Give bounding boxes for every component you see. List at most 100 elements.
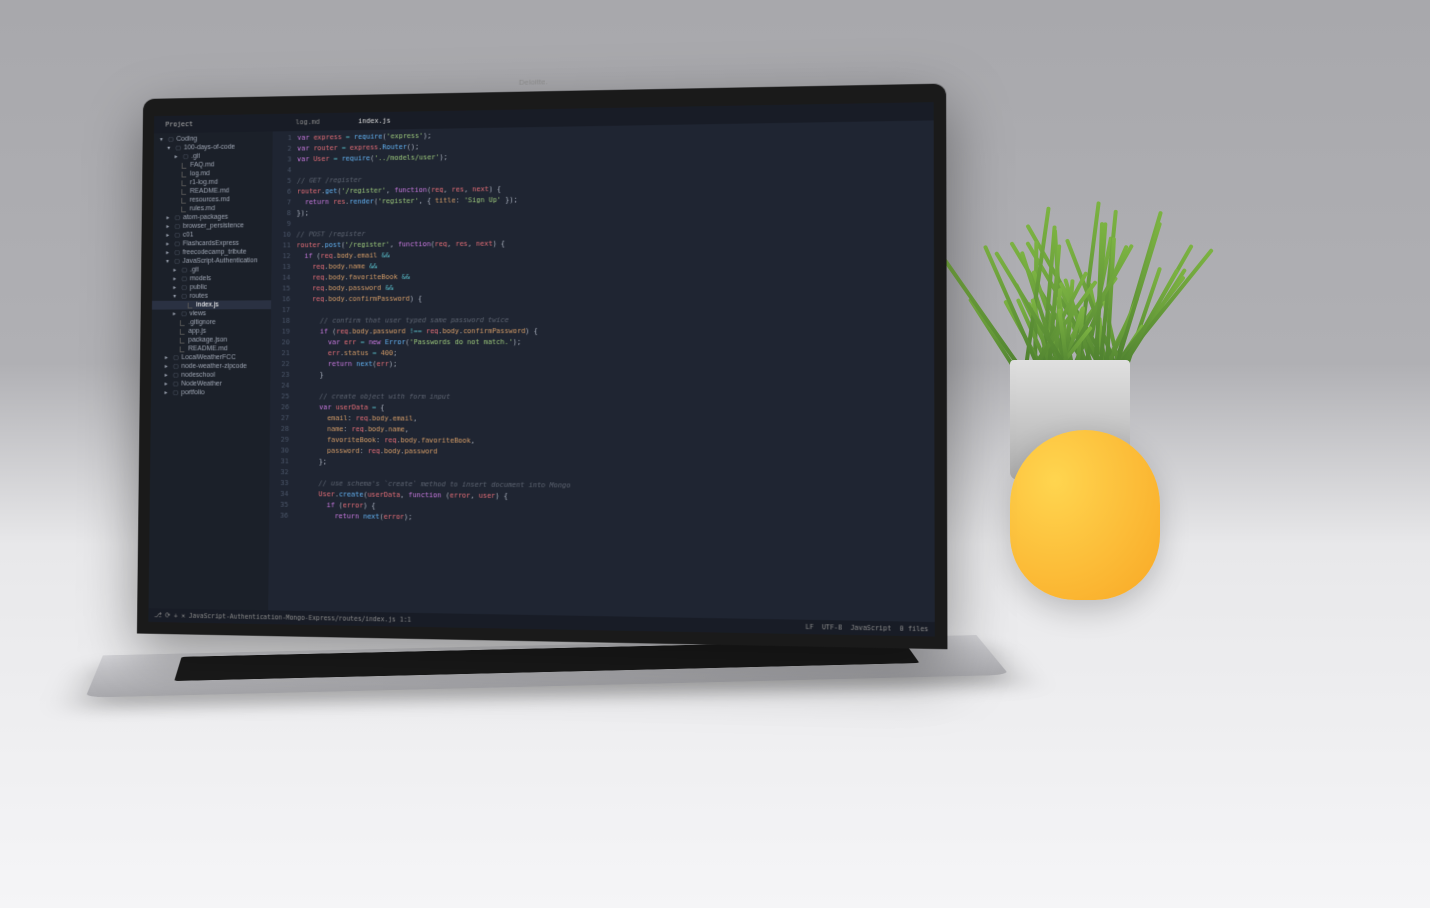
tree-item-label: r1-log.md [190,179,218,186]
laptop-screen: Deloitte. Project log.mdindex.js ▾▢Codin… [137,84,948,650]
tree-item-label: freecodecamp_tribute [183,249,247,256]
folder-glyph-icon: ▢ [173,223,181,230]
folder-icon: ▸ [162,381,170,388]
tree-item-label: README.md [190,188,229,195]
line-number: 8 [272,208,291,219]
tree-item-label: node-weather-zipcode [181,363,247,370]
file-tree-item[interactable]: .gitignore [152,318,271,327]
folder-glyph-icon: ▢ [180,310,188,317]
folder-glyph-icon: ▢ [172,372,180,379]
line-number: 28 [270,424,289,435]
line-number: 12 [271,251,290,262]
folder-glyph-icon: ▢ [172,389,180,396]
folder-icon: ▸ [171,284,179,291]
sidebar-header: Project [158,119,277,129]
code-editor: Project log.mdindex.js ▾▢Coding▾▢100-day… [148,102,934,636]
folder-tree-item[interactable]: ▸▢portfolio [151,388,270,397]
file-tree-sidebar[interactable]: ▾▢Coding▾▢100-days-of-code▸▢.git FAQ.md … [149,131,273,610]
tree-item-label: nodeschool [181,372,215,379]
status-close-icon[interactable]: ✕ [181,612,185,620]
status-add-icon[interactable]: + [174,612,178,620]
tree-item-label: c01 [183,232,194,239]
code-line[interactable]: } [295,370,934,382]
folder-icon: ▸ [171,310,179,317]
line-number: 14 [271,273,290,284]
status-sync-icon[interactable]: ⟳ [165,611,170,619]
line-number: 3 [272,155,291,166]
file-icon [181,197,186,203]
file-icon [180,346,185,352]
folder-icon: ▸ [171,267,179,274]
tree-item-label: index.js [196,302,218,309]
editor-tab[interactable]: index.js [339,116,410,125]
tree-item-label: portfolio [181,389,205,396]
code-line[interactable]: return next(err); [295,359,934,370]
git-branch-icon[interactable]: ⎇ [154,611,161,619]
tree-item-label: README.md [188,345,227,352]
file-icon [181,189,186,195]
folder-glyph-icon: ▢ [174,214,182,221]
line-number: 19 [271,327,290,338]
tree-item-label: .git [190,267,199,274]
folder-glyph-icon: ▢ [167,136,175,143]
folder-tree-item[interactable]: ▸▢views [152,309,271,318]
file-tree-item[interactable]: package.json [152,336,271,345]
folder-icon: ▸ [164,241,172,248]
tree-item-label: atom-packages [183,214,228,221]
folder-tree-item[interactable]: ▸▢nodeschool [151,371,270,380]
file-icon [180,328,185,334]
line-number: 15 [271,284,290,295]
line-number: 25 [270,391,289,402]
folder-glyph-icon: ▢ [180,284,188,291]
folder-glyph-icon: ▢ [173,249,181,256]
line-number: 30 [270,446,289,457]
line-number: 2 [272,144,291,155]
status-file-path[interactable]: JavaScript-Authentication-Mongo-Express/… [189,612,396,624]
file-icon [181,206,186,212]
line-number: 24 [270,381,289,392]
tree-item-label: JavaScript-Authentication [182,257,257,264]
status-language[interactable]: JavaScript [851,624,892,633]
code-line[interactable]: err.status = 400; [295,348,934,360]
line-number: 22 [270,359,289,370]
folder-glyph-icon: ▢ [180,293,188,300]
status-files-count[interactable]: 0 files [900,625,929,634]
tree-item-label: views [189,310,206,317]
file-tree-item[interactable]: app.js [152,327,271,336]
line-number: 26 [270,402,289,413]
tree-item-label: resources.md [190,196,230,203]
line-number: 21 [271,348,290,359]
status-encoding[interactable]: UTF-8 [822,623,842,632]
line-number: 23 [270,370,289,381]
folder-tree-item[interactable]: ▸▢NodeWeather [151,380,270,389]
status-cursor-position[interactable]: 1:1 [400,616,412,624]
tree-item-label: models [190,275,211,282]
file-icon [181,180,186,186]
editor-tab[interactable]: log.md [277,118,339,127]
folder-tree-item[interactable]: ▸▢node-weather-zipcode [151,362,270,371]
code-line[interactable]: var err = new Error('Passwords do not ma… [296,336,935,348]
file-tree-item[interactable]: README.md [151,344,270,353]
folder-icon: ▸ [162,389,170,396]
code-content[interactable]: var express = require('express');var rou… [293,120,935,622]
folder-icon: ▸ [172,153,180,160]
tree-item-label: FAQ.md [190,162,214,169]
tree-item-label: routes [190,293,208,300]
status-line-ending[interactable]: LF [806,623,814,631]
code-line[interactable]: // create object with form input [295,392,934,405]
folder-icon: ▸ [164,232,172,239]
line-number: 4 [272,165,291,176]
line-number: 9 [272,219,291,230]
code-pane[interactable]: 1234567891011121314151617181920212223242… [268,120,935,622]
folder-icon: ▸ [164,249,172,256]
line-number: 36 [269,511,288,522]
folder-icon: ▸ [164,223,172,230]
file-icon [180,337,185,343]
line-number: 20 [271,338,290,349]
line-number: 1 [273,133,292,144]
folder-tree-item[interactable]: ▸▢LocalWeatherFCC [151,353,270,362]
laptop-brand-label: Deloitte. [519,77,548,86]
file-icon [188,302,193,308]
line-number: 13 [271,262,290,273]
folder-glyph-icon: ▢ [181,267,189,274]
